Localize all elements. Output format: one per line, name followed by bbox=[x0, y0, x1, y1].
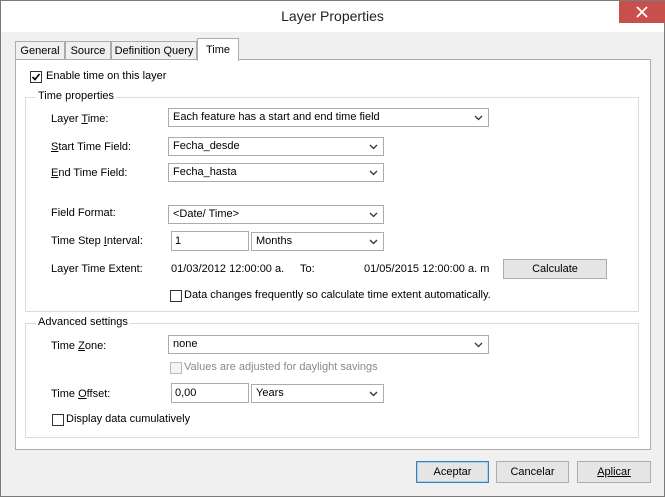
start-time-field-label: Start Time Field: bbox=[51, 141, 132, 153]
ok-button[interactable]: Aceptar bbox=[416, 461, 489, 483]
field-format-label: Field Format: bbox=[51, 207, 116, 219]
checkmark-icon bbox=[31, 73, 41, 81]
time-extent-start-value: 01/03/2012 12:00:00 a. bbox=[171, 263, 285, 275]
layer-time-dropdown[interactable]: Each feature has a start and end time fi… bbox=[168, 108, 489, 127]
title-bar: Layer Properties bbox=[1, 1, 665, 32]
tab-source[interactable]: Source bbox=[65, 41, 111, 60]
start-time-field-dropdown[interactable]: Fecha_desde bbox=[168, 137, 384, 156]
layer-time-label: Layer Time: bbox=[51, 113, 109, 125]
time-step-unit-dropdown[interactable]: Months bbox=[251, 232, 384, 251]
window-title: Layer Properties bbox=[281, 8, 384, 24]
layer-properties-dialog: Layer Properties General Source Definiti… bbox=[0, 0, 665, 497]
enable-time-label: Enable time on this layer bbox=[46, 70, 167, 82]
data-changes-label: Data changes frequently so calculate tim… bbox=[184, 289, 491, 301]
chevron-down-icon bbox=[474, 342, 483, 348]
advanced-settings-legend: Advanced settings bbox=[36, 316, 130, 328]
field-format-dropdown[interactable]: <Date/ Time> bbox=[168, 205, 384, 224]
tab-content-time: Enable time on this layer Time propertie… bbox=[15, 59, 651, 450]
time-extent-end-value: 01/05/2015 12:00:00 a. m bbox=[364, 263, 490, 275]
time-extent-to-label: To: bbox=[300, 263, 315, 275]
enable-time-checkbox[interactable] bbox=[30, 71, 42, 83]
calculate-button[interactable]: Calculate bbox=[503, 259, 607, 279]
cancel-button-label: Cancelar bbox=[510, 466, 555, 478]
end-time-field-dropdown[interactable]: Fecha_hasta bbox=[168, 163, 384, 182]
chevron-down-icon bbox=[369, 212, 378, 218]
chevron-down-icon bbox=[369, 391, 378, 397]
time-step-interval-label: Time Step Interval: bbox=[51, 235, 143, 247]
time-zone-label: Time Zone: bbox=[51, 340, 107, 352]
close-icon bbox=[636, 6, 648, 18]
tab-general[interactable]: General bbox=[15, 41, 65, 60]
data-changes-checkbox[interactable] bbox=[170, 290, 182, 302]
apply-button[interactable]: Aplicar bbox=[577, 461, 651, 483]
time-offset-label: Time Offset: bbox=[51, 388, 111, 400]
apply-button-label: Aplicar bbox=[597, 466, 631, 478]
daylight-savings-label: Values are adjusted for daylight savings bbox=[184, 361, 378, 373]
tab-time[interactable]: Time bbox=[197, 38, 239, 61]
daylight-savings-checkbox[interactable] bbox=[170, 362, 182, 374]
close-button[interactable] bbox=[619, 1, 665, 23]
display-cumulative-label: Display data cumulatively bbox=[66, 413, 191, 425]
layer-time-extent-label: Layer Time Extent: bbox=[51, 263, 143, 275]
display-cumulative-checkbox[interactable] bbox=[52, 414, 64, 426]
chevron-down-icon bbox=[369, 170, 378, 176]
chevron-down-icon bbox=[474, 115, 483, 121]
end-time-field-label: End Time Field: bbox=[51, 167, 128, 179]
cancel-button[interactable]: Cancelar bbox=[496, 461, 569, 483]
time-zone-dropdown[interactable]: none bbox=[168, 335, 489, 354]
time-offset-input[interactable] bbox=[171, 383, 249, 403]
time-properties-legend: Time properties bbox=[36, 90, 117, 102]
tab-definition-query[interactable]: Definition Query bbox=[111, 41, 197, 60]
chevron-down-icon bbox=[369, 239, 378, 245]
ok-button-label: Aceptar bbox=[433, 466, 472, 478]
time-offset-unit-dropdown[interactable]: Years bbox=[251, 384, 384, 403]
time-step-interval-input[interactable] bbox=[171, 231, 249, 251]
chevron-down-icon bbox=[369, 144, 378, 150]
